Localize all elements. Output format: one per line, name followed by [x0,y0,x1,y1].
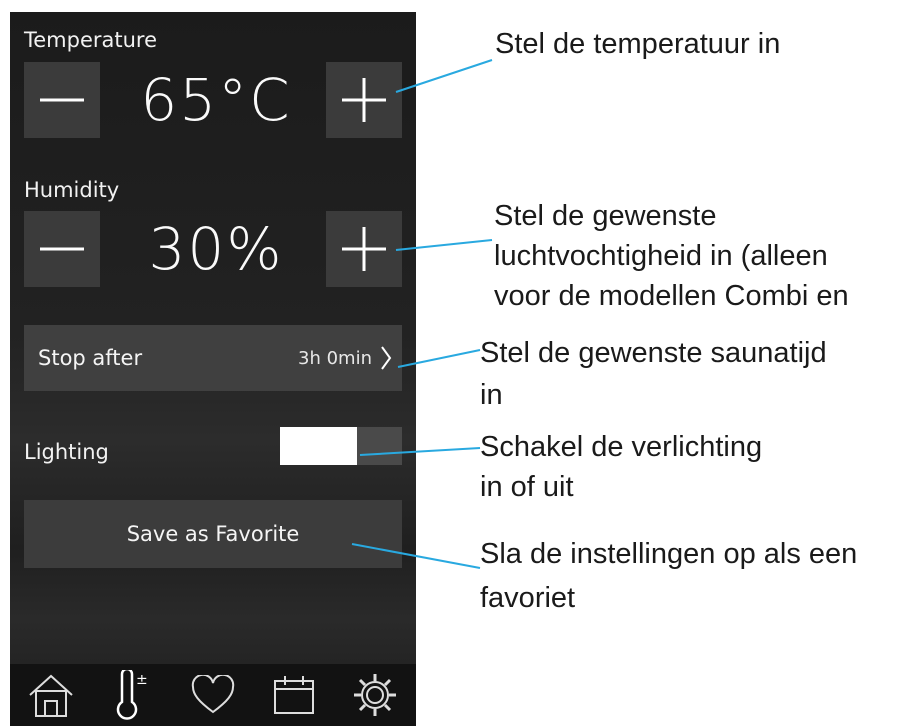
callout-line-stop [397,349,481,368]
annotation-lighting: Schakel de verlichting in of uit [480,431,763,503]
annotation-favorite: Sla de instellingen op als een favoriet [480,538,858,614]
callout-line-humidity [395,239,493,251]
annotation-stop-after: Stel de gewenste saunatijd in [480,337,827,411]
annotation-temperature: Stel de temperatuur in [495,28,781,60]
callout-line-lighting [359,447,481,456]
callout-line-favorite [351,543,481,569]
annotation-humidity: Stel de gewenste luchtvochtigheid in (al… [494,200,849,312]
callout-line-temperature [395,59,493,93]
